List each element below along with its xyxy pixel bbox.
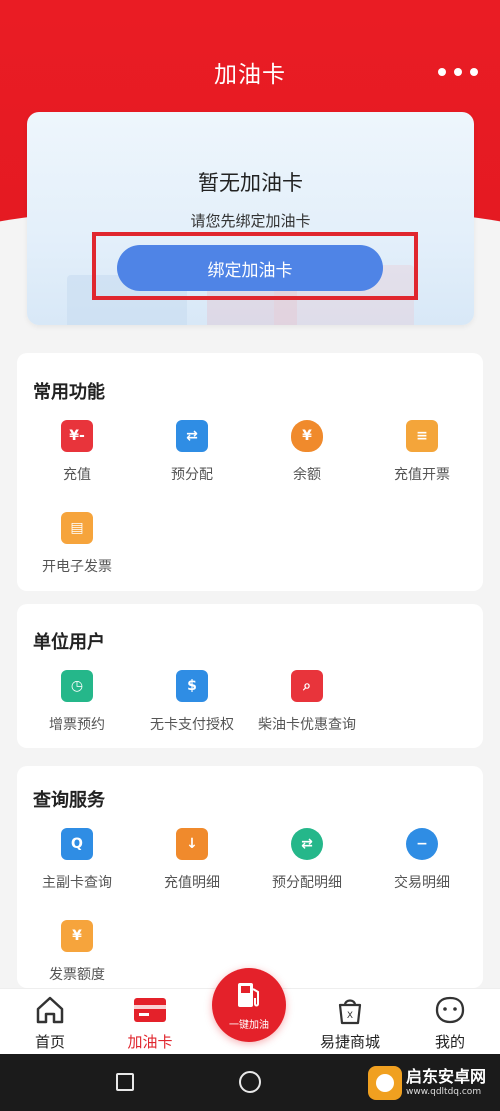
ticket-clock-icon: ◷ — [61, 670, 93, 702]
section-title-unit: 单位用户 — [33, 632, 105, 653]
invoice-icon: ≡ — [406, 420, 438, 452]
tab-fuel-card[interactable]: 加油卡 — [100, 989, 200, 1055]
e-invoice-icon: ▤ — [61, 512, 93, 544]
func-diesel-discount[interactable]: ⌕ 柴油卡优惠查询 — [252, 670, 362, 734]
func-recharge[interactable]: ¥- 充值 — [22, 420, 132, 484]
func-allocation-detail[interactable]: ⇄ 预分配明细 — [252, 828, 362, 892]
cardless-pay-icon: $ — [176, 670, 208, 702]
recharge-icon: ¥- — [61, 420, 93, 452]
home-icon — [33, 995, 67, 1025]
section-title-query: 查询服务 — [33, 790, 105, 811]
func-card-query[interactable]: Q 主副卡查询 — [22, 828, 132, 892]
recharge-detail-icon: ↓ — [176, 828, 208, 860]
bind-card-button[interactable]: 绑定加油卡 — [117, 245, 383, 291]
func-ticket-reservation[interactable]: ◷ 增票预约 — [22, 670, 132, 734]
func-recharge-detail[interactable]: ↓ 充值明细 — [137, 828, 247, 892]
page-title: 加油卡 — [214, 62, 286, 88]
more-dots-icon[interactable] — [438, 60, 478, 84]
empty-card-title: 暂无加油卡 — [198, 171, 303, 195]
empty-card-subtitle: 请您先绑定加油卡 — [190, 212, 311, 230]
shopping-bag-icon: X — [333, 995, 367, 1025]
diesel-search-icon: ⌕ — [291, 670, 323, 702]
profile-icon — [433, 995, 467, 1025]
section-title-common: 常用功能 — [33, 382, 105, 403]
title-bar: 加油卡 — [0, 40, 500, 104]
recent-apps-icon[interactable] — [116, 1073, 134, 1091]
watermark-logo-icon — [368, 1066, 402, 1100]
quick-fuel-label: 一键加油 — [229, 1019, 269, 1031]
money-bag-icon: ¥ — [291, 420, 323, 452]
func-pre-allocate[interactable]: ⇄ 预分配 — [137, 420, 247, 484]
tab-profile[interactable]: 我的 — [400, 989, 500, 1055]
tab-mall[interactable]: X 易捷商城 — [300, 989, 400, 1055]
func-balance[interactable]: ¥ 余额 — [252, 420, 362, 484]
svg-text:X: X — [347, 1011, 353, 1021]
card-search-icon: Q — [61, 828, 93, 860]
func-invoice-quota[interactable]: ¥ 发票额度 — [22, 920, 132, 984]
func-transaction-detail[interactable]: − 交易明细 — [367, 828, 477, 892]
watermark: 启东安卓网 www.qdltdq.com — [368, 1058, 500, 1108]
func-recharge-invoice[interactable]: ≡ 充值开票 — [367, 420, 477, 484]
home-circle-icon[interactable] — [239, 1071, 261, 1093]
transfer-icon: ⇄ — [176, 420, 208, 452]
allocation-detail-icon: ⇄ — [291, 828, 323, 860]
quick-fuel-button[interactable]: 一键加油 — [212, 968, 286, 1042]
fuel-card-icon — [133, 995, 167, 1025]
watermark-url: www.qdltdq.com — [406, 1087, 482, 1097]
func-e-invoice[interactable]: ▤ 开电子发票 — [22, 512, 132, 576]
watermark-name: 启东安卓网 — [406, 1067, 487, 1086]
tab-home[interactable]: 首页 — [0, 989, 100, 1055]
transaction-detail-icon: − — [406, 828, 438, 860]
invoice-quota-icon: ¥ — [61, 920, 93, 952]
func-cardless-pay[interactable]: $ 无卡支付授权 — [137, 670, 247, 734]
fuel-pump-icon — [235, 980, 263, 1014]
empty-card-panel: 暂无加油卡 请您先绑定加油卡 绑定加油卡 — [27, 112, 474, 325]
